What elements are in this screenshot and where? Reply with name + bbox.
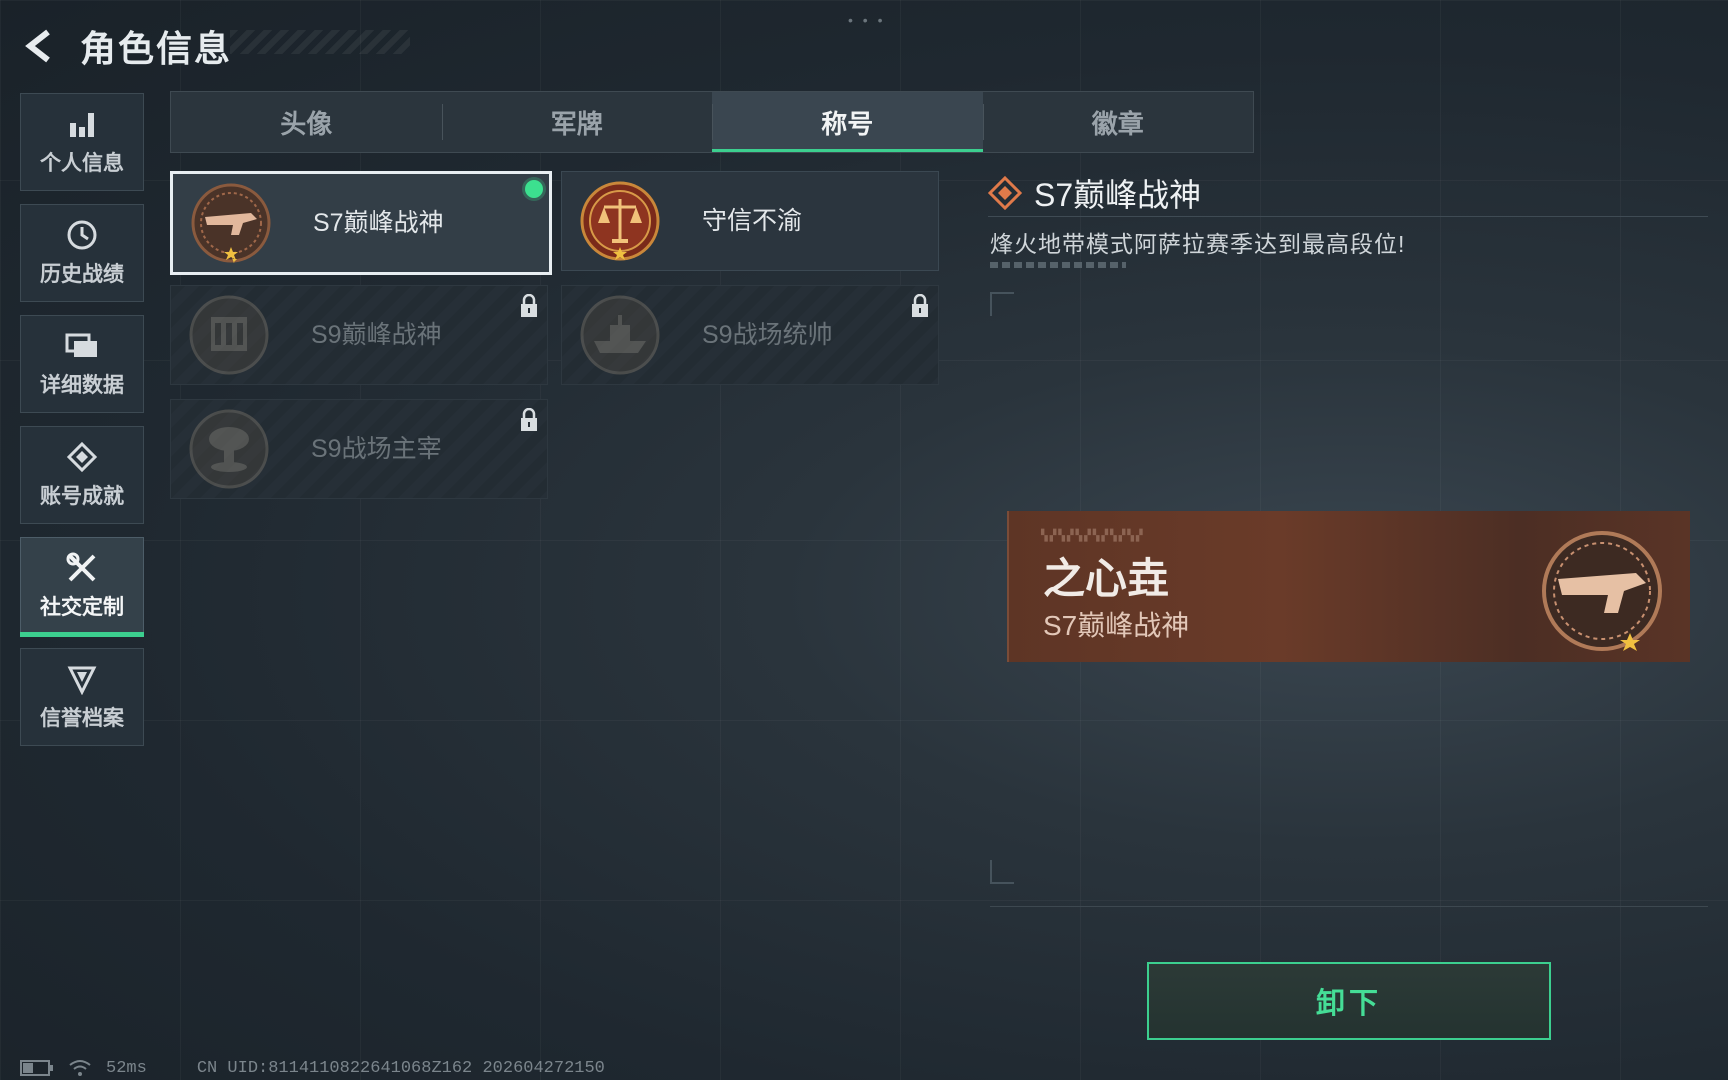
- lock-icon: [521, 408, 537, 431]
- title-preview-banner: ▚▞▚▞▚▞▚▞▚▞▚▞ 之心垚 S7巅峰战神: [1007, 511, 1690, 662]
- ping-text: 52ms: [106, 1058, 147, 1078]
- achievement-icon: [65, 440, 99, 474]
- weapon-badge-icon: [191, 183, 271, 263]
- detail-header: S7巅峰战神: [988, 170, 1201, 216]
- shield-icon: [65, 662, 99, 696]
- tab-dogtag[interactable]: 军牌: [441, 92, 713, 152]
- frame-corner: [990, 292, 1014, 316]
- sidebar-item-label: 信誉档案: [40, 707, 124, 730]
- page-title: 角色信息: [80, 28, 233, 69]
- sidebar-item-label: 个人信息: [40, 152, 124, 175]
- detail-description: 烽火地带模式阿萨拉赛季达到最高段位!: [990, 231, 1406, 257]
- sidebar-item-credit[interactable]: 信誉档案: [20, 648, 144, 746]
- equipped-indicator: [525, 180, 543, 198]
- weapon-badge-icon: [1542, 531, 1662, 651]
- category-tabs: 头像 军牌 称号 徽章: [170, 91, 1254, 153]
- sidebar-item-details[interactable]: 详细数据: [20, 315, 144, 413]
- sidebar-item-label: 详细数据: [40, 374, 124, 397]
- ship-badge-icon: [580, 295, 660, 375]
- title-card-name: S9战场主宰: [311, 435, 442, 463]
- preview-title: S7巅峰战神: [1043, 610, 1190, 641]
- sidebar-item-achievements[interactable]: 账号成就: [20, 426, 144, 524]
- sidebar: 个人信息 历史战绩 详细数据 账号成就 社交定制 信誉档案: [20, 93, 144, 759]
- unequip-label: 卸下: [1315, 988, 1382, 1020]
- tab-badge[interactable]: 徽章: [982, 92, 1254, 152]
- title-card-s9-dominator[interactable]: S9战场主宰: [170, 399, 548, 499]
- description-decoration: [990, 262, 1126, 268]
- title-card-s9-commander[interactable]: S9战场统帅: [561, 285, 939, 385]
- title-card-name: 守信不渝: [702, 207, 803, 235]
- uid-text: CN UID:8114110822641068Z162 202604272150: [196, 1058, 605, 1078]
- detail-divider: [988, 216, 1708, 217]
- title-card-name: S7巅峰战神: [313, 209, 444, 237]
- sidebar-item-profile[interactable]: 个人信息: [20, 93, 144, 191]
- unequip-button[interactable]: 卸下: [1147, 962, 1551, 1040]
- sidebar-item-label: 账号成就: [40, 485, 124, 508]
- tab-title[interactable]: 称号: [712, 92, 983, 152]
- sidebar-item-label: 社交定制: [40, 596, 124, 619]
- preview-player-name: 之心垚: [1043, 555, 1170, 602]
- title-card-s7-champion[interactable]: S7巅峰战神: [170, 171, 552, 275]
- status-bar: 52ms CN UID:8114110822641068Z162 2026042…: [20, 1058, 619, 1078]
- bar-chart-icon: [65, 107, 99, 141]
- title-card-s9-champion[interactable]: S9巅峰战神: [170, 285, 548, 385]
- page-header: 角色信息: [20, 22, 232, 70]
- building-badge-icon: [189, 295, 269, 375]
- title-decoration: [230, 30, 410, 54]
- lock-icon: [912, 294, 928, 317]
- clock-icon: [65, 218, 99, 252]
- folder-icon: [65, 329, 99, 363]
- lock-icon: [521, 294, 537, 317]
- title-card-name: S9巅峰战神: [311, 321, 442, 349]
- detail-title: S7巅峰战神: [1034, 177, 1202, 213]
- tab-avatar[interactable]: 头像: [171, 92, 442, 152]
- title-diamond-icon: [988, 176, 1022, 210]
- sidebar-item-history[interactable]: 历史战绩: [20, 204, 144, 302]
- explosion-badge-icon: [189, 409, 269, 489]
- battery-icon: [20, 1060, 54, 1076]
- tools-icon: [65, 551, 99, 585]
- preview-code-text: ▚▞▚▞▚▞▚▞▚▞▚▞: [1041, 529, 1145, 542]
- back-arrow-icon: [25, 29, 50, 63]
- sidebar-item-social[interactable]: 社交定制: [20, 537, 144, 637]
- wifi-icon: [68, 1059, 92, 1077]
- top-handle: • • •: [848, 12, 886, 28]
- title-card-name: S9战场统帅: [702, 321, 833, 349]
- sidebar-item-label: 历史战绩: [40, 263, 124, 286]
- detail-bottom-divider: [990, 906, 1708, 907]
- frame-corner: [990, 860, 1014, 884]
- back-button[interactable]: [20, 26, 60, 66]
- title-card-trustworthy[interactable]: 守信不渝: [561, 171, 939, 271]
- scales-badge-icon: [580, 181, 660, 261]
